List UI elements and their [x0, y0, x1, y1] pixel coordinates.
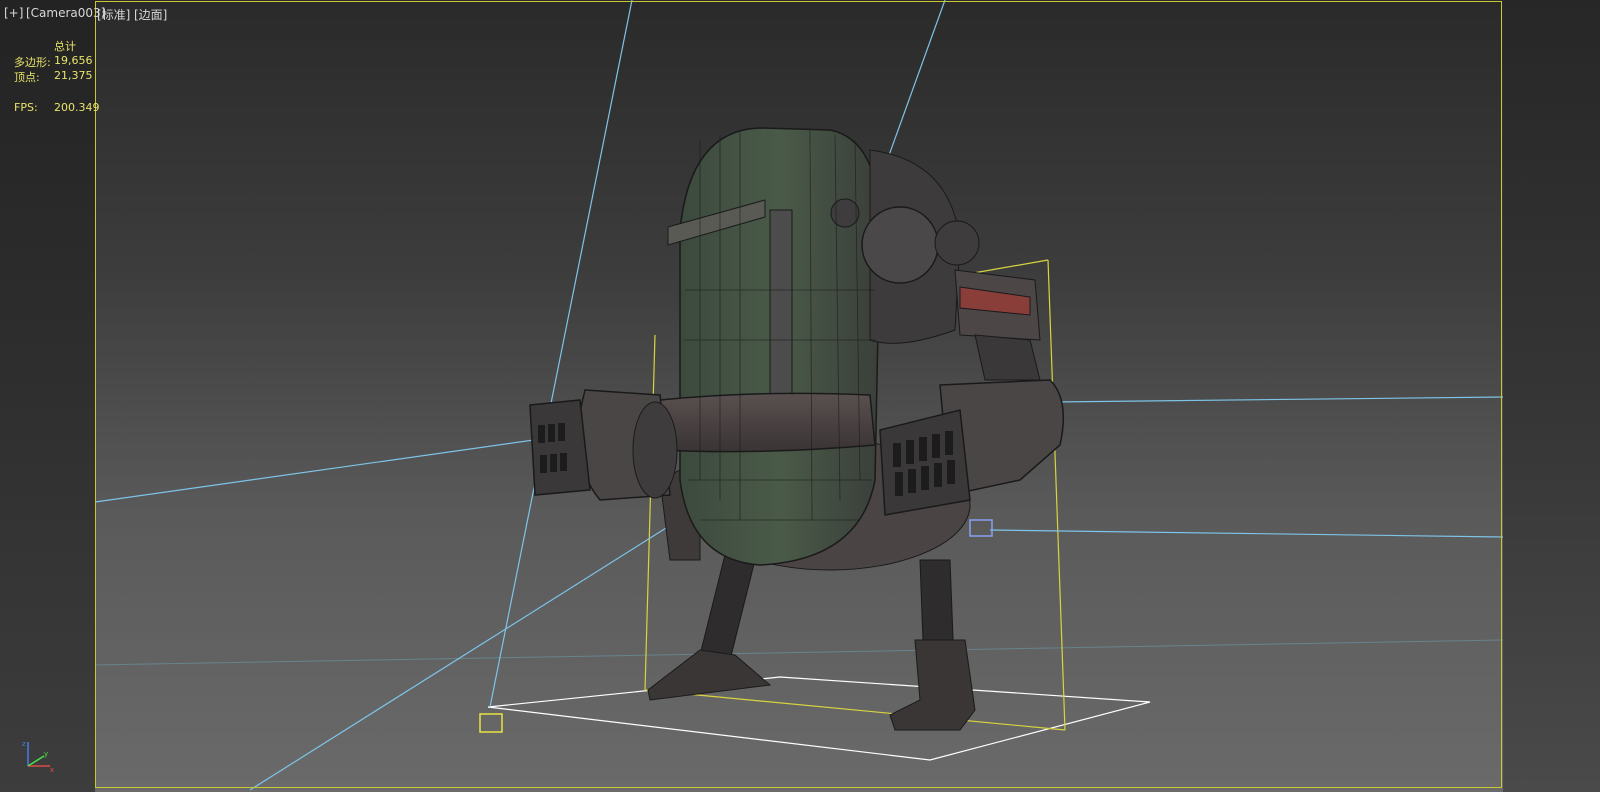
- display-mode-selector[interactable]: [边面]: [134, 6, 167, 23]
- fps-label: FPS:: [14, 101, 38, 114]
- light-gizmo-right: [969, 519, 993, 537]
- viewport-menu-button[interactable]: [+]: [4, 6, 23, 20]
- camera-selector[interactable]: [Camera003]: [26, 6, 105, 20]
- scene-render: [94, 0, 1504, 791]
- polygons-value: 19,656: [54, 54, 93, 67]
- shading-mode-selector[interactable]: [标准]: [97, 6, 130, 23]
- vertices-value: 21,375: [54, 69, 93, 82]
- ground-plane: [487, 676, 1151, 761]
- svg-text:z: z: [22, 740, 26, 748]
- svg-text:x: x: [50, 766, 54, 774]
- vertices-label: 顶点:: [14, 71, 40, 84]
- camera-viewport[interactable]: [+] [Camera003] [标准] [边面] 总计 多边形: 19,656…: [0, 0, 1600, 792]
- xyz-axis-tripod-icon: z x y: [22, 740, 54, 774]
- fps-value: 200.349: [54, 101, 100, 114]
- light-gizmo-left: [479, 713, 503, 733]
- robot-model: [529, 127, 1065, 731]
- svg-text:y: y: [44, 750, 48, 758]
- stats-header: 总计: [54, 40, 76, 53]
- polygons-label: 多边形:: [14, 56, 51, 69]
